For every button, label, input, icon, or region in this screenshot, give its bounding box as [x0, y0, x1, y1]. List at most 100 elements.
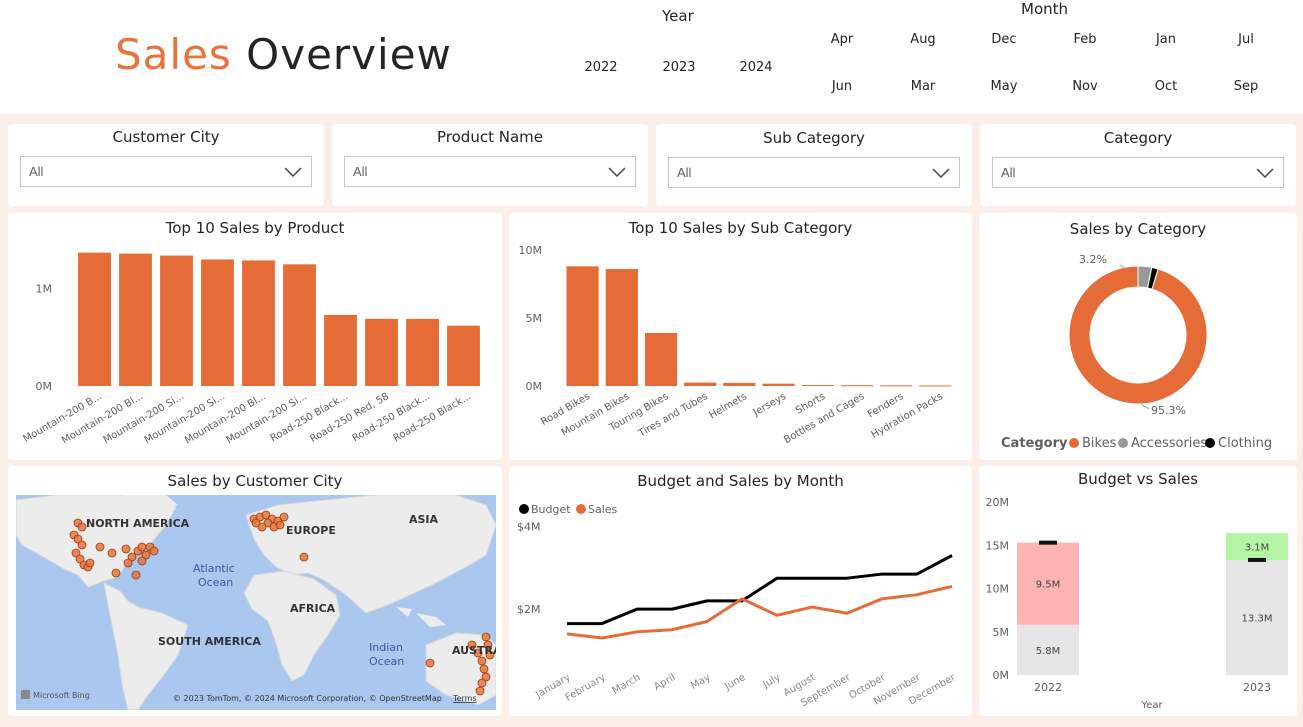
map-label-atlantic-ocean: Ocean	[198, 576, 233, 589]
city-marker[interactable]	[299, 552, 309, 562]
map-label-south-america: SOUTH AMERICA	[158, 635, 261, 648]
month-item-apr[interactable]: Apr	[812, 32, 872, 47]
bar[interactable]	[762, 383, 795, 386]
city-marker[interactable]	[95, 542, 105, 552]
dropdown-value: All	[29, 164, 44, 179]
x-tick-label: March	[611, 672, 643, 697]
year-item-2024[interactable]: 2024	[726, 60, 786, 75]
legend-item-clothing[interactable]: Clothing	[1218, 436, 1272, 451]
city-marker[interactable]	[107, 548, 117, 558]
city-marker[interactable]	[137, 556, 147, 566]
city-marker[interactable]	[149, 546, 159, 556]
bar[interactable]	[684, 382, 717, 386]
city-marker[interactable]	[425, 658, 435, 668]
legend-item-budget[interactable]: Budget	[531, 503, 571, 516]
year-item-2023[interactable]: 2023	[649, 60, 709, 75]
data-label-difference: 3.1M	[1245, 543, 1270, 554]
y-tick-label: 20M	[986, 496, 1010, 509]
legend-marker	[1118, 438, 1128, 448]
city-marker[interactable]	[475, 686, 485, 696]
map-label-europe: EUROPE	[286, 524, 336, 537]
line-series-budget[interactable]	[567, 554, 953, 626]
bar[interactable]	[880, 385, 913, 387]
budget-marker[interactable]	[1248, 557, 1266, 562]
title-rest: Overview	[246, 30, 452, 79]
bar[interactable]	[566, 266, 599, 386]
city-marker[interactable]	[477, 678, 487, 688]
bar[interactable]	[160, 255, 193, 386]
legend-item-bikes[interactable]: Bikes	[1082, 436, 1117, 451]
customer-city-filter: Customer City All	[8, 124, 324, 206]
x-tick-label: April	[652, 672, 677, 693]
budget-marker[interactable]	[1039, 540, 1057, 545]
chevron-down-icon	[1256, 168, 1274, 179]
month-item-feb[interactable]: Feb	[1055, 32, 1115, 47]
world-map-svg: NORTH AMERICA EUROPE ASIA AFRICA SOUTH A…	[16, 495, 496, 710]
category-dropdown[interactable]: All	[992, 157, 1284, 188]
bar[interactable]	[801, 385, 834, 387]
legend-item-accessories[interactable]: Accessories	[1131, 436, 1207, 451]
sales-by-city-map[interactable]: NORTH AMERICA EUROPE ASIA AFRICA SOUTH A…	[16, 495, 496, 710]
bar[interactable]	[605, 269, 638, 386]
month-item-aug[interactable]: Aug	[893, 32, 953, 47]
legend-item-sales[interactable]: Sales	[588, 503, 618, 516]
legend-marker	[576, 504, 586, 514]
line-series-sales[interactable]	[566, 584, 953, 640]
legend-marker	[1069, 438, 1079, 448]
bar[interactable]	[447, 325, 480, 386]
africa-landmass	[243, 570, 341, 682]
month-item-sep[interactable]: Sep	[1216, 79, 1276, 94]
city-marker[interactable]	[77, 522, 87, 532]
city-marker[interactable]	[481, 632, 491, 642]
x-tick-label: July	[761, 672, 783, 691]
legend-marker	[519, 504, 529, 514]
bar[interactable]	[119, 253, 152, 386]
bar[interactable]	[723, 382, 756, 386]
top-subcategories-chart: Top 10 Sales by Sub Category 0M 5M 10M Road…	[509, 213, 972, 460]
month-item-nov[interactable]: Nov	[1055, 79, 1115, 94]
bar[interactable]	[324, 314, 357, 386]
city-marker[interactable]	[137, 542, 147, 552]
city-marker[interactable]	[131, 570, 141, 580]
month-item-mar[interactable]: Mar	[893, 79, 953, 94]
chevron-down-icon	[932, 168, 950, 179]
title-accent: Sales	[115, 30, 232, 79]
filter-title: Product Name	[437, 128, 543, 146]
sub-category-filter: Sub Category All	[656, 124, 972, 206]
year-item-2022[interactable]: 2022	[571, 60, 631, 75]
month-item-jan[interactable]: Jan	[1136, 32, 1196, 47]
customer-city-dropdown[interactable]: All	[20, 156, 312, 187]
bar[interactable]	[201, 259, 234, 386]
data-label-bikes: 95.3%	[1151, 404, 1186, 417]
x-tick-label: June	[722, 672, 747, 693]
map-terms-link[interactable]: Terms	[452, 694, 477, 703]
bar[interactable]	[365, 318, 398, 386]
dropdown-value: All	[677, 165, 692, 180]
city-marker[interactable]	[123, 558, 133, 568]
city-marker[interactable]	[479, 664, 489, 674]
city-marker[interactable]	[477, 656, 487, 666]
city-marker[interactable]	[275, 520, 285, 530]
city-marker[interactable]	[121, 544, 131, 554]
bar[interactable]	[283, 264, 316, 386]
product-name-dropdown[interactable]: All	[344, 156, 636, 187]
month-item-may[interactable]: May	[974, 79, 1034, 94]
month-item-jun[interactable]: Jun	[812, 79, 872, 94]
bar[interactable]	[78, 252, 111, 386]
city-marker[interactable]	[77, 540, 87, 550]
bar[interactable]	[406, 318, 439, 386]
filter-title: Sub Category	[763, 129, 865, 147]
month-item-jul[interactable]: Jul	[1216, 32, 1276, 47]
month-item-oct[interactable]: Oct	[1136, 79, 1196, 94]
city-marker[interactable]	[279, 512, 289, 522]
month-item-dec[interactable]: Dec	[974, 32, 1034, 47]
bar[interactable]	[919, 385, 952, 387]
bar[interactable]	[644, 332, 678, 386]
bar[interactable]	[840, 385, 874, 387]
bar[interactable]	[242, 260, 275, 386]
city-marker[interactable]	[251, 518, 261, 528]
sub-category-dropdown[interactable]: All	[668, 157, 960, 188]
city-marker[interactable]	[85, 558, 95, 568]
city-marker[interactable]	[111, 568, 121, 578]
y-tick-label: $2M	[517, 603, 541, 616]
